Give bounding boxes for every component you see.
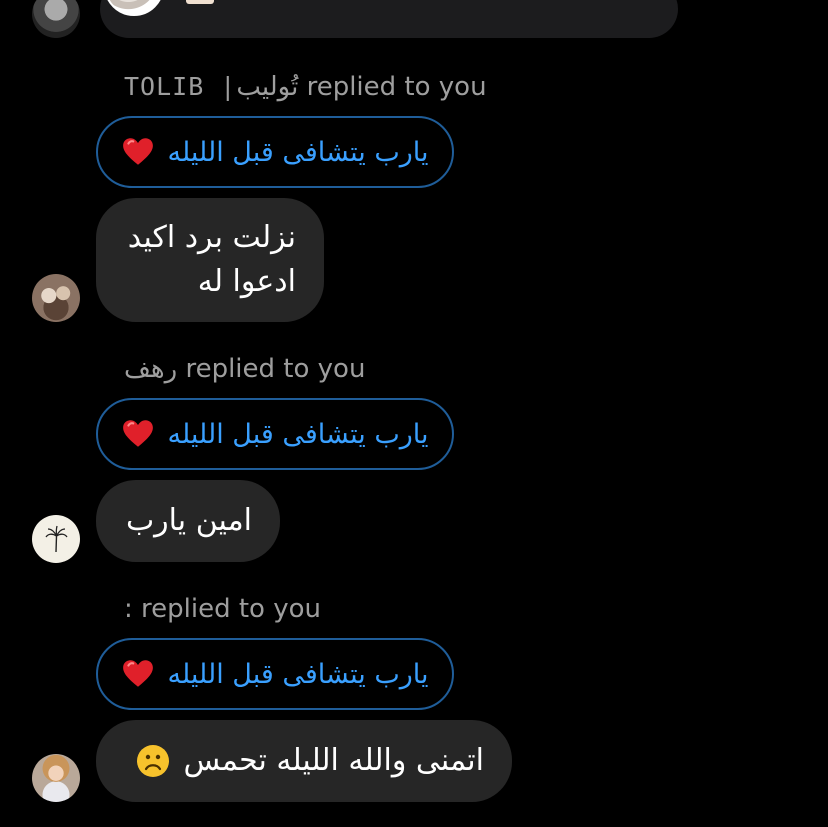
message-bubble[interactable]: اتمنى والله الليله تحمس (96, 720, 512, 802)
message-bubble[interactable]: امين يارب (96, 480, 280, 562)
reply-suffix: replied to you (185, 354, 366, 384)
avatar[interactable] (32, 515, 80, 563)
sender-name-arabic: رهف (124, 354, 178, 384)
emoji-partial-icon (186, 0, 214, 4)
quote-text: يارب يتشافى قبل الليله (167, 658, 429, 690)
quoted-story-reply[interactable]: يارب يتشافى قبل الليله (96, 116, 454, 188)
avatar[interactable] (32, 274, 80, 322)
palm-tree-icon (45, 525, 68, 553)
message-line-1: امين يارب (125, 503, 252, 538)
reply-suffix: replied to you (306, 72, 487, 102)
message-line-2: ادعوا له (197, 264, 296, 299)
quoted-story-reply[interactable]: يارب يتشافى قبل الليله (96, 638, 454, 710)
message-bubble[interactable]: نزلت برد اكيد ادعوا له (96, 198, 324, 322)
message-text: اتمنى والله الليله تحمس (183, 743, 484, 778)
sender-name-arabic: تُوليب (236, 72, 299, 102)
heart-icon (123, 660, 154, 687)
heart-icon (123, 420, 154, 447)
message-bubble-partial[interactable] (100, 0, 678, 38)
quoted-story-reply[interactable]: يارب يتشافى قبل الليله (96, 398, 454, 470)
reply-label: TOLIB |تُوليب replied to you (124, 72, 487, 102)
sender-name-latin: TOLIB | (124, 72, 237, 101)
heart-icon (123, 138, 154, 165)
avatar[interactable] (32, 754, 80, 802)
quote-text: يارب يتشافى قبل الليله (167, 136, 429, 168)
reply-label: : replied to you (124, 594, 321, 624)
sad-face-icon (136, 745, 169, 777)
reply-suffix: replied to you (141, 594, 321, 624)
reply-label: رهف replied to you (124, 354, 365, 384)
sender-name: : (124, 594, 133, 624)
message-line-1: نزلت برد اكيد (127, 220, 296, 255)
message-content: اتمنى والله الليله تحمس (124, 739, 484, 783)
avatar-partial[interactable] (32, 0, 80, 38)
quote-text: يارب يتشافى قبل الليله (167, 418, 429, 450)
